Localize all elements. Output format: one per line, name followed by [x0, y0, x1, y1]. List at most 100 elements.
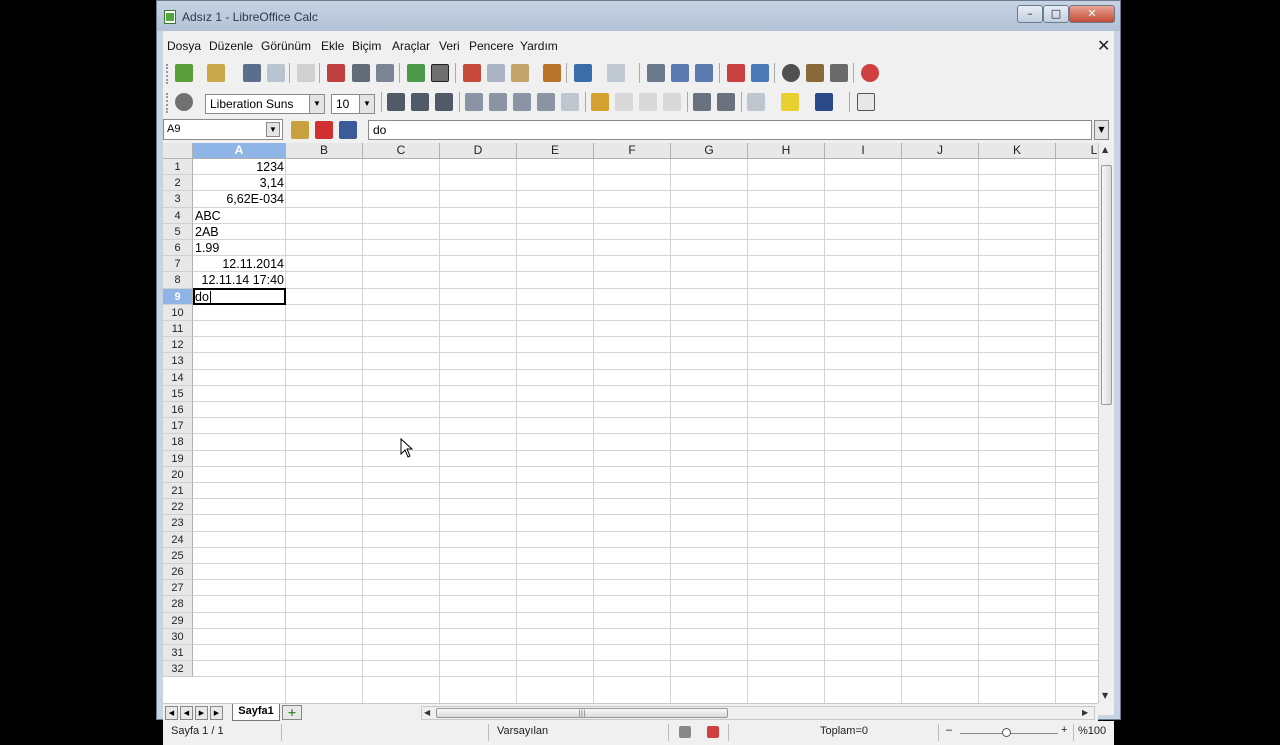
column-header-k[interactable]: K: [979, 143, 1056, 159]
italic-icon[interactable]: [411, 93, 429, 111]
chevron-down-icon[interactable]: ▼: [266, 122, 280, 137]
scroll-right-icon[interactable]: ▶: [1082, 708, 1088, 717]
maximize-button[interactable]: □: [1043, 5, 1069, 23]
currency-format-icon[interactable]: [591, 93, 609, 111]
zoom-level[interactable]: %100: [1078, 725, 1106, 737]
scroll-left-icon[interactable]: ◀: [424, 708, 430, 717]
select-all-corner[interactable]: [163, 143, 193, 159]
zoom-out-button[interactable]: –: [946, 724, 952, 736]
cell-a3[interactable]: 6,62E-034: [193, 192, 284, 207]
row-header-10[interactable]: 10: [163, 304, 193, 321]
column-header-e[interactable]: E: [517, 143, 594, 159]
function-wizard-icon[interactable]: [291, 121, 309, 139]
cell-a7[interactable]: 12.11.2014: [193, 257, 284, 272]
menu-veri[interactable]: Veri: [439, 39, 460, 53]
title-bar[interactable]: Adsız 1 - LibreOffice Calc – □ ✕: [157, 1, 1120, 31]
row-header-17[interactable]: 17: [163, 418, 193, 435]
menu-duzenle[interactable]: Düzenle: [209, 39, 253, 53]
toggle-grid-icon[interactable]: [857, 93, 875, 111]
add-decimal-icon[interactable]: [663, 93, 681, 111]
horizontal-scrollbar[interactable]: ◀ ||| ▶: [421, 706, 1095, 720]
edit-file-icon[interactable]: [297, 64, 315, 82]
increase-indent-icon[interactable]: [717, 93, 735, 111]
column-header-j[interactable]: J: [902, 143, 979, 159]
export-pdf-icon[interactable]: [327, 64, 345, 82]
menu-yardim[interactable]: Yardım: [520, 39, 558, 53]
column-header-g[interactable]: G: [671, 143, 748, 159]
undo-icon[interactable]: [574, 64, 592, 82]
align-left-icon[interactable]: [465, 93, 483, 111]
cell-a4[interactable]: ABC: [195, 209, 221, 224]
sort-ascending-icon[interactable]: [671, 64, 689, 82]
row-header-16[interactable]: 16: [163, 402, 193, 419]
pivot-table-icon[interactable]: [751, 64, 769, 82]
vertical-scrollbar[interactable]: ▲ ▼: [1098, 143, 1114, 703]
borders-icon[interactable]: [747, 93, 765, 111]
row-header-22[interactable]: 22: [163, 499, 193, 516]
column-header-a[interactable]: A: [193, 143, 286, 159]
row-header-18[interactable]: 18: [163, 434, 193, 451]
toolbar-grip[interactable]: [166, 64, 169, 84]
cell-a8[interactable]: 12.11.14 17:40: [193, 273, 284, 288]
row-header-21[interactable]: 21: [163, 483, 193, 500]
chevron-down-icon[interactable]: ▼: [359, 95, 374, 113]
row-header-28[interactable]: 28: [163, 596, 193, 613]
menu-ekle[interactable]: Ekle: [321, 39, 344, 53]
show-draw-functions-icon[interactable]: [782, 64, 800, 82]
status-sum[interactable]: Toplam=0: [820, 725, 868, 737]
font-size-select[interactable]: 10 ▼: [331, 94, 375, 114]
decrease-indent-icon[interactable]: [693, 93, 711, 111]
horizontal-scroll-thumb[interactable]: |||: [436, 708, 728, 718]
column-header-d[interactable]: D: [440, 143, 517, 159]
background-color-icon[interactable]: [781, 93, 799, 111]
menu-gorunum[interactable]: Görünüm: [261, 39, 311, 53]
merge-cells-icon[interactable]: [561, 93, 579, 111]
column-header-h[interactable]: H: [748, 143, 825, 159]
row-header-24[interactable]: 24: [163, 531, 193, 548]
name-box[interactable]: A9 ▼: [163, 119, 283, 140]
row-header-2[interactable]: 2: [163, 175, 193, 192]
scroll-up-icon[interactable]: ▲: [1102, 145, 1108, 154]
row-header-27[interactable]: 27: [163, 580, 193, 597]
first-sheet-icon[interactable]: ◀: [165, 706, 178, 720]
row-header-8[interactable]: 8: [163, 272, 193, 289]
row-header-9[interactable]: 9: [163, 288, 193, 305]
insert-chart-icon[interactable]: [727, 64, 745, 82]
row-header-13[interactable]: 13: [163, 353, 193, 370]
align-center-icon[interactable]: [489, 93, 507, 111]
row-header-6[interactable]: 6: [163, 240, 193, 257]
row-header-11[interactable]: 11: [163, 321, 193, 338]
number-format-icon[interactable]: [639, 93, 657, 111]
sort-descending-icon[interactable]: [695, 64, 713, 82]
percent-format-icon[interactable]: [615, 93, 633, 111]
prev-sheet-icon[interactable]: ◀: [180, 706, 193, 720]
row-header-26[interactable]: 26: [163, 564, 193, 581]
row-header-7[interactable]: 7: [163, 256, 193, 273]
bold-icon[interactable]: [387, 93, 405, 111]
menu-dosya[interactable]: Dosya: [167, 39, 201, 53]
last-sheet-icon[interactable]: ▶: [210, 706, 223, 720]
row-header-1[interactable]: 1: [163, 159, 193, 176]
expand-formula-icon[interactable]: ▼: [1094, 120, 1109, 140]
close-document-icon[interactable]: ✕: [1097, 36, 1110, 56]
paste-icon[interactable]: [511, 64, 529, 82]
styles-icon[interactable]: [175, 93, 193, 111]
row-header-29[interactable]: 29: [163, 612, 193, 629]
column-header-i[interactable]: I: [825, 143, 902, 159]
cell-a5[interactable]: 2AB: [195, 225, 219, 240]
row-header-4[interactable]: 4: [163, 207, 193, 224]
row-header-19[interactable]: 19: [163, 450, 193, 467]
row-header-12[interactable]: 12: [163, 337, 193, 354]
cut-icon[interactable]: [463, 64, 481, 82]
column-header-b[interactable]: B: [286, 143, 363, 159]
autospell-icon[interactable]: [431, 64, 449, 82]
menu-bicim[interactable]: Biçim: [352, 39, 381, 53]
row-header-23[interactable]: 23: [163, 515, 193, 532]
row-header-32[interactable]: 32: [163, 661, 193, 678]
copy-icon[interactable]: [487, 64, 505, 82]
gallery-icon[interactable]: [830, 64, 848, 82]
row-header-20[interactable]: 20: [163, 466, 193, 483]
column-header-f[interactable]: F: [594, 143, 671, 159]
cell-a9[interactable]: do: [195, 290, 209, 305]
spellcheck-icon[interactable]: [407, 64, 425, 82]
